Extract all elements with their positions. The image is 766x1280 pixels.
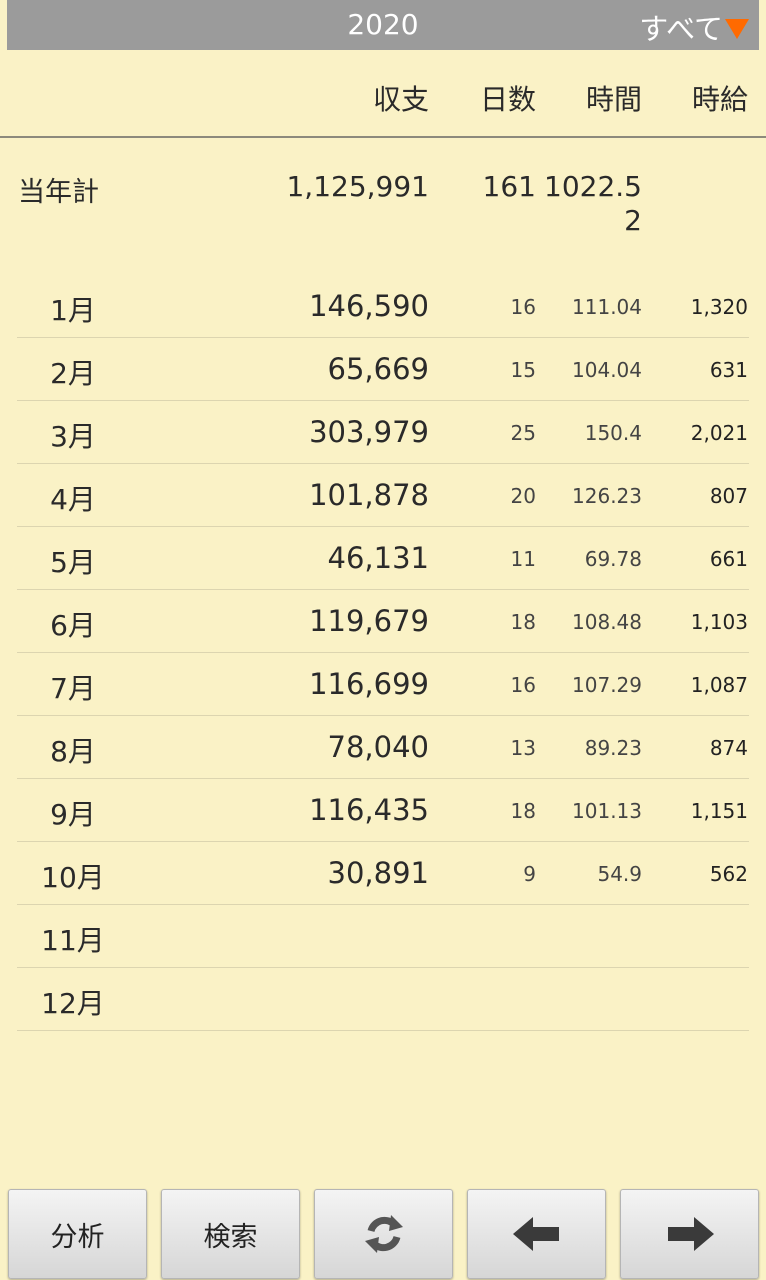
month-row[interactable]: 1月 146,590 16 111.04 1,320	[17, 275, 749, 338]
month-days: 16	[510, 673, 536, 697]
month-income: 30,891	[327, 856, 429, 890]
month-income: 119,679	[309, 604, 429, 638]
month-time: 104.04	[572, 358, 642, 382]
month-row[interactable]: 8月 78,040 13 89.23 874	[17, 716, 749, 779]
month-label: 12月	[41, 987, 105, 1020]
month-time: 126.23	[572, 484, 642, 508]
total-income: 1,125,991	[286, 170, 429, 203]
month-wage: 1,320	[690, 295, 748, 319]
month-income: 78,040	[327, 730, 429, 764]
month-income: 65,669	[327, 352, 429, 386]
month-wage: 1,151	[690, 799, 748, 823]
month-row[interactable]: 4月 101,878 20 126.23 807	[17, 464, 749, 527]
month-row[interactable]: 6月 119,679 18 108.48 1,103	[17, 590, 749, 653]
month-days: 9	[523, 862, 536, 886]
month-label: 6月	[50, 609, 96, 642]
month-wage: 562	[709, 862, 748, 886]
month-days: 13	[510, 736, 536, 760]
month-days: 18	[510, 799, 536, 823]
month-income: 101,878	[309, 478, 429, 512]
month-row[interactable]: 7月 116,699 16 107.29 1,087	[17, 653, 749, 716]
month-days: 15	[510, 358, 536, 382]
col-days: 日数	[479, 83, 536, 116]
month-wage: 1,087	[690, 673, 748, 697]
refresh-icon	[364, 1215, 403, 1253]
col-wage: 時給	[691, 83, 748, 116]
month-label: 4月	[50, 483, 96, 516]
month-label: 11月	[41, 924, 105, 957]
month-time: 69.78	[584, 547, 642, 571]
analysis-button[interactable]: 分析	[8, 1189, 147, 1279]
month-label: 9月	[50, 798, 96, 831]
month-time: 54.9	[597, 862, 642, 886]
prev-button[interactable]	[467, 1189, 606, 1279]
month-income: 146,590	[309, 289, 429, 323]
month-label: 8月	[50, 735, 96, 768]
month-days: 11	[510, 547, 536, 571]
month-label: 5月	[50, 546, 96, 579]
month-wage: 807	[709, 484, 748, 508]
month-row[interactable]: 2月 65,669 15 104.04 631	[17, 338, 749, 401]
arrow-left-icon	[512, 1217, 559, 1251]
month-wage: 631	[709, 358, 748, 382]
total-label: 当年計	[18, 177, 99, 208]
total-days: 161	[482, 170, 536, 203]
month-days: 20	[510, 484, 536, 508]
year-total-row: 当年計 1,125,991 161 1022.52	[0, 166, 766, 246]
refresh-button[interactable]	[314, 1189, 453, 1279]
month-time: 111.04	[572, 295, 642, 319]
bottom-toolbar: 分析 検索	[0, 1180, 766, 1280]
month-days: 25	[510, 421, 536, 445]
month-label: 2月	[50, 357, 96, 390]
col-income: 収支	[372, 83, 429, 116]
search-button[interactable]: 検索	[161, 1189, 300, 1279]
month-income: 46,131	[327, 541, 429, 575]
filter-dropdown[interactable]: すべて	[639, 6, 749, 48]
month-row[interactable]: 3月 303,979 25 150.4 2,021	[17, 401, 749, 464]
arrow-right-icon	[667, 1217, 714, 1251]
month-row[interactable]: 11月	[17, 905, 749, 968]
month-income: 303,979	[309, 415, 429, 449]
month-income: 116,435	[309, 793, 429, 827]
next-button[interactable]	[620, 1189, 759, 1279]
month-label: 1月	[50, 294, 96, 327]
top-bar: 2020 すべて	[7, 0, 759, 50]
month-time: 89.23	[584, 736, 642, 760]
month-row[interactable]: 12月	[17, 968, 749, 1031]
month-days: 16	[510, 295, 536, 319]
filter-label: すべて	[639, 12, 723, 46]
month-label: 3月	[50, 420, 96, 453]
month-label: 10月	[41, 861, 105, 894]
month-income: 116,699	[309, 667, 429, 701]
month-wage: 2,021	[690, 421, 748, 445]
month-time: 101.13	[572, 799, 642, 823]
total-time: 1022.52	[544, 170, 642, 237]
month-wage: 661	[709, 547, 748, 571]
month-wage: 1,103	[690, 610, 748, 634]
month-row[interactable]: 5月 46,131 11 69.78 661	[17, 527, 749, 590]
month-days: 18	[510, 610, 536, 634]
column-header: 収支 日数 時間 時給	[0, 50, 766, 138]
month-row[interactable]: 10月 30,891 9 54.9 562	[17, 842, 749, 905]
month-label: 7月	[50, 672, 96, 705]
month-list: 1月 146,590 16 111.04 1,320 2月 65,669 15 …	[17, 275, 749, 1031]
month-wage: 874	[709, 736, 748, 760]
month-row[interactable]: 9月 116,435 18 101.13 1,151	[17, 779, 749, 842]
month-time: 107.29	[572, 673, 642, 697]
dropdown-triangle-icon	[725, 19, 749, 39]
col-time: 時間	[585, 83, 642, 116]
month-time: 150.4	[584, 421, 642, 445]
month-time: 108.48	[572, 610, 642, 634]
